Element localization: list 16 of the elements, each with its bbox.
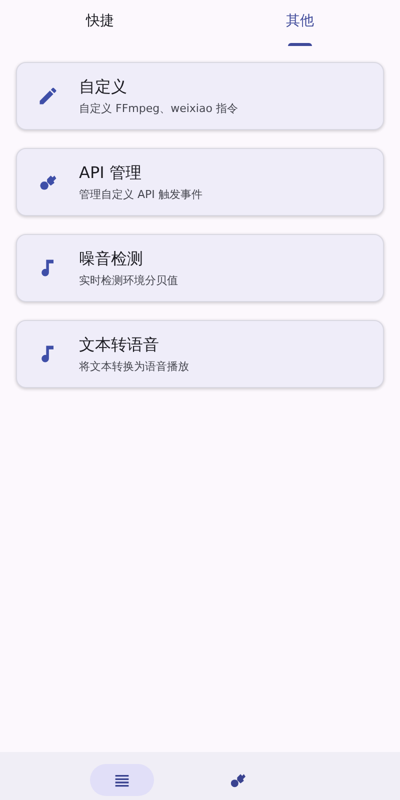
card-title: 自定义 (79, 76, 128, 98)
card-subtitle: 自定义 FFmpeg、weixiao 指令 (79, 100, 238, 116)
card-subtitle: 将文本转换为语音播放 (79, 358, 189, 374)
tab[interactable]: 快捷 (0, 0, 200, 48)
card-title: API 管理 (79, 162, 142, 184)
action-card[interactable]: API 管理 管理自定义 API 触发事件 (16, 148, 384, 216)
card-title: 噪音检测 (79, 248, 144, 270)
card-subtitle: 管理自定义 API 触发事件 (79, 186, 202, 202)
card-subtitle: 实时检测环境分贝值 (79, 272, 178, 288)
action-card[interactable]: 噪音检测 实时检测环境分贝值 (16, 234, 384, 302)
pencil-icon (37, 85, 59, 107)
nav-item[interactable] (90, 764, 154, 796)
tab[interactable]: 其他 (200, 0, 400, 48)
action-card[interactable]: 文本转语音 将文本转换为语音播放 (16, 320, 384, 388)
action-card[interactable]: 自定义 自定义 FFmpeg、weixiao 指令 (16, 62, 384, 130)
card-title: 文本转语音 (79, 334, 160, 356)
